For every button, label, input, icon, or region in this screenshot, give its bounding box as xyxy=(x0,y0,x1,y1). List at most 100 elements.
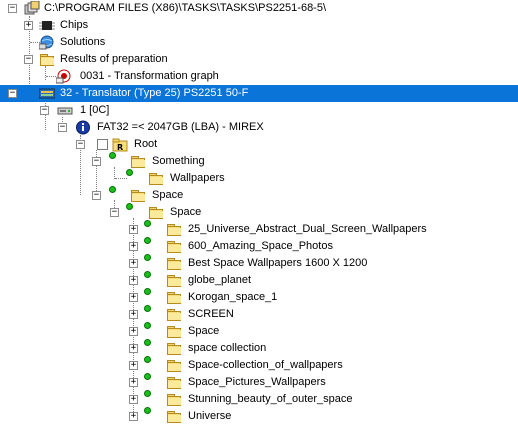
folder-icon xyxy=(148,171,164,186)
tree-node-space-child[interactable]: + globe_planet xyxy=(0,271,518,289)
node-status-dot xyxy=(144,339,151,346)
tree-node-space-child[interactable]: + Space_Pictures_Wallpapers xyxy=(0,373,518,391)
folder-icon xyxy=(39,52,55,67)
node-status-dot xyxy=(109,186,116,193)
folder-icon xyxy=(166,324,182,339)
tree-node-space-child[interactable]: + Space-collection_of_wallpapers xyxy=(0,356,518,374)
node-status-dot xyxy=(144,220,151,227)
tree-node-solutions[interactable]: Solutions xyxy=(0,34,518,51)
collapse-toggle[interactable]: − xyxy=(110,208,119,217)
node-label: Stunning_beauty_of_outer_space xyxy=(188,393,353,405)
node-status-dot xyxy=(109,152,116,159)
expand-toggle[interactable]: + xyxy=(129,310,138,319)
tree-node-space[interactable]: − Space xyxy=(0,186,518,204)
tree-node-space-child[interactable]: + 600_Amazing_Space_Photos xyxy=(0,237,518,255)
node-label: SCREEN xyxy=(188,308,234,320)
expand-toggle[interactable]: + xyxy=(129,276,138,285)
node-status-dot xyxy=(144,407,151,414)
tree-node-space-child[interactable]: + Universe xyxy=(0,407,518,425)
tree-node-space-child[interactable]: + space collection xyxy=(0,339,518,357)
tree-node-disk[interactable]: − 1 [0C] xyxy=(0,102,518,119)
node-status-dot xyxy=(144,373,151,380)
project-icon xyxy=(24,1,40,15)
folder-icon xyxy=(166,222,182,237)
tree-node-space-child[interactable]: + 25_Universe_Abstract_Dual_Screen_Wallp… xyxy=(0,220,518,238)
tree-node-space-child[interactable]: + Korogan_space_1 xyxy=(0,288,518,306)
node-label: Solutions xyxy=(60,36,106,48)
svg-text:R: R xyxy=(117,143,123,152)
folder-icon xyxy=(166,273,182,288)
expand-toggle[interactable]: + xyxy=(129,259,138,268)
collapse-toggle[interactable]: − xyxy=(92,157,101,166)
collapse-toggle[interactable]: − xyxy=(8,4,17,13)
node-label: Space xyxy=(152,189,184,201)
collapse-toggle[interactable]: − xyxy=(92,191,101,200)
collapse-toggle[interactable]: − xyxy=(76,140,85,149)
tree-node-graph[interactable]: 0031 - Transformation graph xyxy=(0,68,518,85)
node-label: Space xyxy=(170,206,202,218)
folder-icon xyxy=(130,188,146,203)
globe-icon xyxy=(39,35,54,50)
folder-icon xyxy=(166,392,182,407)
tree-node-space-child[interactable]: + Space xyxy=(0,322,518,340)
expand-toggle[interactable]: + xyxy=(129,344,138,353)
chip-icon xyxy=(39,21,55,30)
node-label: Universe xyxy=(188,410,232,422)
tree-node-chips[interactable]: + Chips xyxy=(0,17,518,34)
folder-icon xyxy=(166,409,182,424)
node-label: 25_Universe_Abstract_Dual_Screen_Wallpap… xyxy=(188,223,427,235)
expand-toggle[interactable]: + xyxy=(129,242,138,251)
path-label: C:\PROGRAM FILES (X86)\TASKS\TASKS\PS225… xyxy=(44,2,327,14)
folder-icon xyxy=(148,205,164,220)
expand-toggle[interactable]: + xyxy=(129,361,138,370)
tree-node-root[interactable]: − R Root xyxy=(0,136,518,153)
tree-node-space-child[interactable]: + Best Space Wallpapers 1600 X 1200 xyxy=(0,254,518,272)
expand-toggle[interactable]: + xyxy=(129,293,138,302)
node-status-dot xyxy=(144,237,151,244)
node-label: space collection xyxy=(188,342,267,354)
tree-node-space-child[interactable]: + SCREEN xyxy=(0,305,518,323)
folder-icon xyxy=(166,375,182,390)
node-label: Chips xyxy=(60,19,89,31)
collapse-toggle[interactable]: − xyxy=(40,106,49,115)
expand-toggle[interactable]: + xyxy=(129,225,138,234)
node-label: 32 - Translator (Type 25) PS2251 50-F xyxy=(60,87,249,99)
tree-node-space-child[interactable]: + Stunning_beauty_of_outer_space xyxy=(0,390,518,408)
folder-icon xyxy=(130,154,146,169)
tree-node-path[interactable]: − C:\PROGRAM FILES (X86)\TASKS\TASKS\PS2… xyxy=(0,0,518,17)
tree-node-wallpapers[interactable]: Wallpapers xyxy=(0,169,518,187)
info-icon xyxy=(76,120,90,135)
collapse-toggle[interactable]: − xyxy=(24,55,33,64)
node-label: 600_Amazing_Space_Photos xyxy=(188,240,333,252)
node-label: Something xyxy=(152,155,205,167)
translator-icon xyxy=(39,88,55,99)
tree-view[interactable]: − C:\PROGRAM FILES (X86)\TASKS\TASKS\PS2… xyxy=(0,0,518,428)
tree-node-something[interactable]: − Something xyxy=(0,152,518,170)
node-status-dot xyxy=(144,271,151,278)
node-status-dot xyxy=(144,322,151,329)
folder-icon xyxy=(166,307,182,322)
node-status-dot xyxy=(126,203,133,210)
expand-toggle[interactable]: + xyxy=(129,378,138,387)
tree-node-fat32[interactable]: − FAT32 =< 2047GB (LBA) - MIREX xyxy=(0,119,518,136)
expand-toggle[interactable]: + xyxy=(129,395,138,404)
node-status-dot xyxy=(126,169,133,176)
node-label: Best Space Wallpapers 1600 X 1200 xyxy=(188,257,368,269)
node-status-dot xyxy=(144,288,151,295)
collapse-toggle[interactable]: − xyxy=(58,123,67,132)
expand-toggle[interactable]: + xyxy=(129,327,138,336)
tree-node-results[interactable]: − Results of preparation xyxy=(0,51,518,68)
node-label: Space-collection_of_wallpapers xyxy=(188,359,343,371)
node-label: FAT32 =< 2047GB (LBA) - MIREX xyxy=(97,121,264,133)
node-label: Space xyxy=(188,325,220,337)
tree-node-translator[interactable]: − 32 - Translator (Type 25) PS2251 50-F xyxy=(0,85,518,102)
expand-toggle[interactable]: + xyxy=(24,21,33,30)
tree-node-space-inner[interactable]: − Space xyxy=(0,203,518,221)
expand-toggle[interactable]: + xyxy=(129,412,138,421)
collapse-toggle[interactable]: − xyxy=(8,89,17,98)
root-checkbox[interactable] xyxy=(97,139,108,150)
folder-icon xyxy=(166,358,182,373)
node-label: globe_planet xyxy=(188,274,252,286)
folder-icon xyxy=(166,341,182,356)
node-label: Results of preparation xyxy=(60,53,168,65)
